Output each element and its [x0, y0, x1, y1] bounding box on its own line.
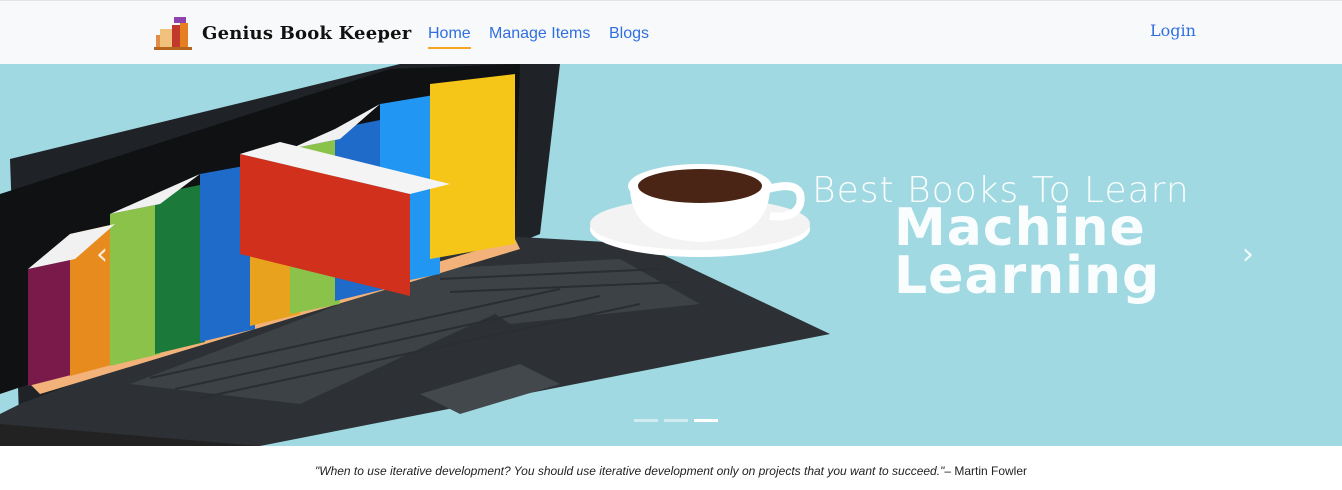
carousel-prev-button[interactable]: ‹	[82, 234, 122, 274]
nav-link-manage-items[interactable]: Manage Items	[489, 23, 590, 45]
brand-link[interactable]: Genius Book Keeper	[154, 15, 411, 51]
login-link[interactable]: Login	[1150, 21, 1196, 40]
quote: "When to use iterative development? You …	[0, 464, 1342, 478]
hero-headline-line3: Learning	[894, 246, 1161, 306]
brand-name: Genius Book Keeper	[202, 22, 412, 44]
book-logo-icon	[154, 17, 192, 50]
hero-headline-block: Machine Learning	[894, 198, 1161, 306]
hero-carousel: Best Books To Learn Machine Learning ‹ ›	[0, 64, 1342, 446]
chevron-left-icon: ‹	[96, 236, 108, 272]
carousel-indicators	[634, 419, 718, 422]
navbar: Genius Book Keeper Home Manage Items Blo…	[0, 0, 1342, 64]
nav-link-blogs[interactable]: Blogs	[609, 23, 649, 45]
carousel-next-button[interactable]: ›	[1228, 234, 1268, 274]
quote-text: "When to use iterative development? You …	[314, 464, 945, 478]
nav-link-home[interactable]: Home	[428, 23, 471, 49]
carousel-indicator-3[interactable]	[694, 419, 718, 422]
carousel-indicator-2[interactable]	[664, 419, 688, 422]
hero-headline-line2: Machine	[894, 198, 1146, 258]
carousel-indicator-1[interactable]	[634, 419, 658, 422]
quote-author: – Martin Fowler	[944, 464, 1028, 478]
chevron-right-icon: ›	[1242, 236, 1254, 272]
